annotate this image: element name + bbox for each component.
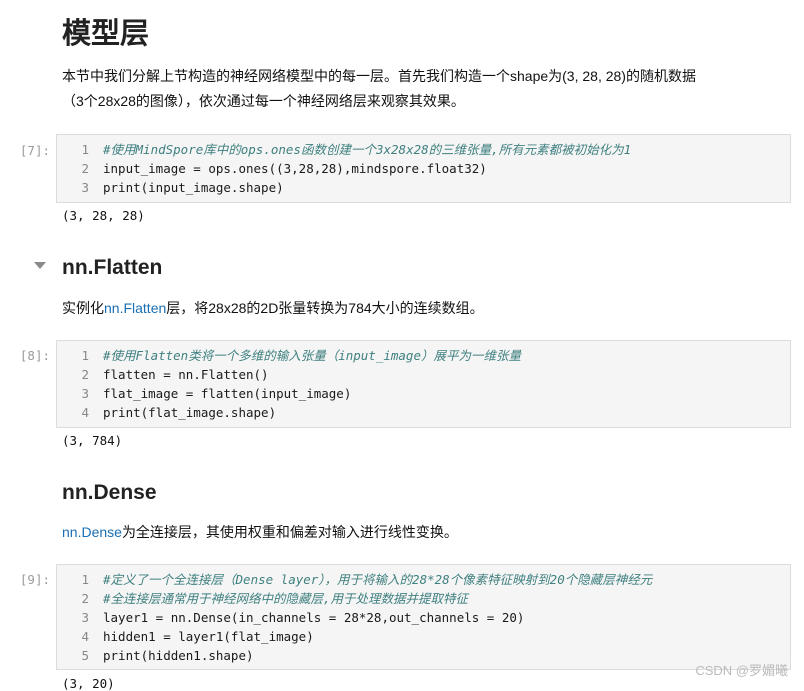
text: 实例化 (62, 300, 104, 316)
text: 为全连接层，其使用权重和偏差对输入进行线性变换。 (121, 524, 458, 540)
line-number: 1 (81, 572, 89, 587)
flatten-description: 实例化nn.Flatten层，将28x28的2D张量转换为784大小的连续数组。 (62, 296, 782, 321)
line-number: 1 (81, 142, 89, 157)
page-title: 模型层 (62, 18, 150, 50)
code-text: layer1 = nn.Dense(in_channels = 28*28,ou… (103, 610, 525, 625)
code-text: flatten = nn.Flatten() (103, 367, 269, 382)
code-text: print(input_image.shape) (103, 180, 284, 195)
dense-description: nn.Dense为全连接层，其使用权重和偏差对输入进行线性变换。 (62, 520, 782, 545)
line-number: 1 (81, 348, 89, 363)
cell-output: (3, 20) (62, 676, 115, 691)
code-line: 5 print(hidden1.shape) (57, 646, 790, 665)
code-text: print(flat_image.shape) (103, 405, 277, 420)
intro-line-1: 本节中我们分解上节构造的神经网络模型中的每一层。首先我们构造一个shape为(3… (62, 68, 696, 84)
line-number: 2 (81, 161, 89, 176)
cell-output: (3, 28, 28) (62, 208, 145, 223)
code-comment: #全连接层通常用于神经网络中的隐藏层,用于处理数据并提取特征 (103, 591, 469, 606)
code-comment: #使用MindSpore库中的ops.ones函数创建一个3x28x28的三维张… (103, 142, 632, 157)
code-line: 1 #使用MindSpore库中的ops.ones函数创建一个3x28x28的三… (57, 140, 790, 159)
code-comment: #使用Flatten类将一个多维的输入张量（input_image）展平为一维张… (103, 348, 521, 363)
code-text: print(hidden1.shape) (103, 648, 254, 663)
line-number: 4 (81, 405, 89, 420)
dense-link[interactable]: nn.Dense (62, 524, 122, 540)
section-heading-flatten: nn.Flatten (62, 256, 163, 279)
code-cell[interactable]: 1 #使用MindSpore库中的ops.ones函数创建一个3x28x28的三… (56, 134, 791, 203)
line-number: 4 (81, 629, 89, 644)
line-number: 2 (81, 591, 89, 606)
watermark: CSDN @罗媚曦 (695, 663, 788, 678)
code-cell[interactable]: 1 #使用Flatten类将一个多维的输入张量（input_image）展平为一… (56, 340, 791, 428)
cell-output: (3, 784) (62, 433, 123, 448)
code-line: 2 input_image = ops.ones((3,28,28),minds… (57, 159, 790, 178)
line-number: 5 (81, 648, 89, 663)
line-number: 3 (81, 180, 89, 195)
line-number: 2 (81, 367, 89, 382)
cell-prompt: [8]: (19, 348, 50, 363)
line-number: 3 (81, 386, 89, 401)
code-cell[interactable]: 1 #定义了一个全连接层（Dense layer），用于将输入的28*28个像素… (56, 564, 791, 670)
code-line: 4 hidden1 = layer1(flat_image) (57, 627, 790, 646)
code-text: hidden1 = layer1(flat_image) (103, 629, 314, 644)
code-text: flat_image = flatten(input_image) (103, 386, 352, 401)
flatten-link[interactable]: nn.Flatten (104, 300, 166, 316)
code-line: 2 #全连接层通常用于神经网络中的隐藏层,用于处理数据并提取特征 (57, 589, 790, 608)
caret-down-icon[interactable] (34, 262, 46, 269)
cell-prompt: [9]: (19, 572, 50, 587)
code-line: 4 print(flat_image.shape) (57, 403, 790, 422)
intro-line-2: （3个28x28的图像），依次通过每一个神经网络层来观察其效果。 (62, 93, 465, 109)
line-number: 3 (81, 610, 89, 625)
section-heading-dense: nn.Dense (62, 481, 157, 504)
code-line: 1 #使用Flatten类将一个多维的输入张量（input_image）展平为一… (57, 346, 790, 365)
text: 层，将28x28的2D张量转换为784大小的连续数组。 (166, 300, 484, 316)
code-line: 3 layer1 = nn.Dense(in_channels = 28*28,… (57, 608, 790, 627)
code-text: input_image = ops.ones((3,28,28),mindspo… (103, 161, 487, 176)
intro-paragraph: 本节中我们分解上节构造的神经网络模型中的每一层。首先我们构造一个shape为(3… (62, 64, 782, 114)
code-comment: #定义了一个全连接层（Dense layer），用于将输入的28*28个像素特征… (103, 572, 653, 587)
code-line: 3 print(input_image.shape) (57, 178, 790, 197)
code-line: 2 flatten = nn.Flatten() (57, 365, 790, 384)
code-line: 1 #定义了一个全连接层（Dense layer），用于将输入的28*28个像素… (57, 570, 790, 589)
code-line: 3 flat_image = flatten(input_image) (57, 384, 790, 403)
cell-prompt: [7]: (19, 143, 50, 158)
